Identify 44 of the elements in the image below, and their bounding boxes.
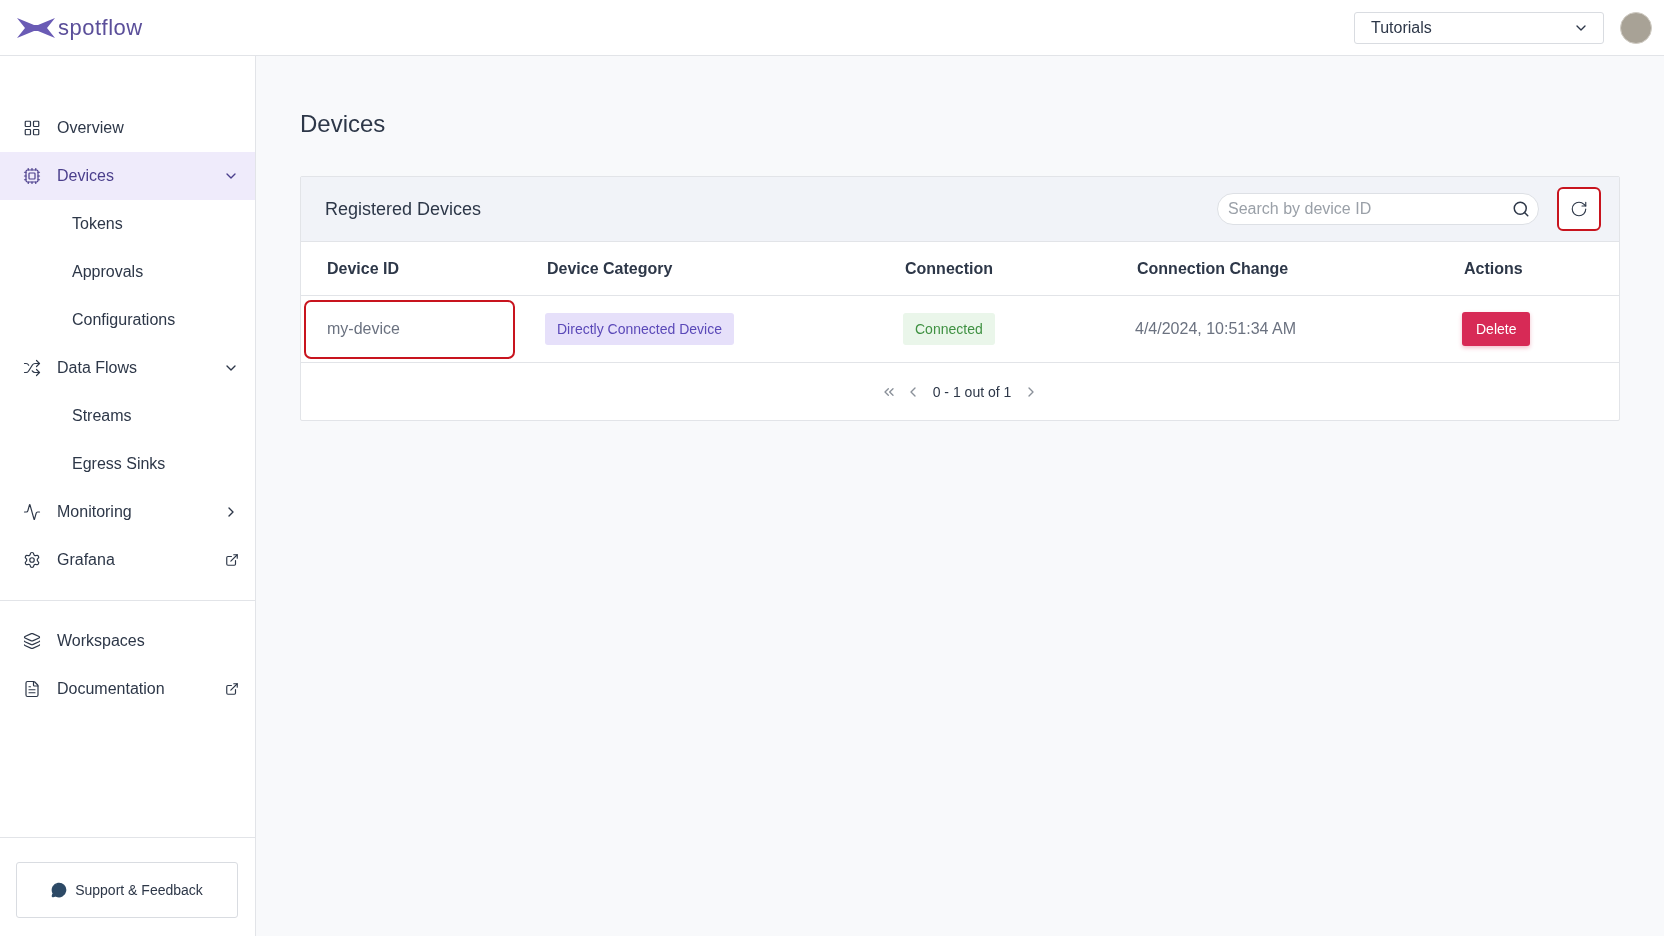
table-cell: 4/4/2024, 10:51:34 AM <box>1135 320 1296 338</box>
search-icon <box>1512 200 1530 218</box>
support-feedback-button[interactable]: Support & Feedback <box>16 862 238 918</box>
column-header: Actions <box>1463 258 1524 279</box>
category-tag: Directly Connected Device <box>545 313 734 345</box>
page-title: Devices <box>300 110 387 138</box>
nav-icon <box>23 632 41 650</box>
sidebar-subitem[interactable]: Egress Sinks <box>0 440 255 488</box>
column-header: Device ID <box>326 258 401 279</box>
external-link-icon <box>225 682 239 696</box>
sidebar-subitem[interactable]: Tokens <box>0 200 255 248</box>
nav-icon <box>23 359 41 377</box>
device-id-cell: my-device <box>304 299 515 359</box>
nav-icon <box>23 167 41 185</box>
external-link-icon <box>225 553 239 567</box>
status-tag: Connected <box>903 313 995 345</box>
sidebar-subitem[interactable]: Approvals <box>0 248 255 296</box>
card-title: Registered Devices <box>325 198 483 220</box>
nav-icon <box>23 503 41 521</box>
sidebar-subitem[interactable]: Streams <box>0 392 255 440</box>
sidebar-item[interactable]: Workspaces <box>0 617 255 665</box>
refresh-button[interactable] <box>1557 187 1601 231</box>
sidebar-subitem[interactable]: Configurations <box>0 296 255 344</box>
pagination-range: 0 - 1 out of 1 <box>932 383 1012 400</box>
refresh-icon <box>1570 200 1588 218</box>
sidebar-item[interactable]: Data Flows <box>0 344 255 392</box>
logo-icon <box>16 16 56 39</box>
column-header: Connection <box>904 258 994 279</box>
delete-button[interactable]: Delete <box>1462 312 1531 346</box>
column-header: Connection Change <box>1136 258 1290 279</box>
sidebar-item[interactable]: Documentation <box>0 665 255 713</box>
chat-bubble-icon <box>51 882 68 898</box>
nav-icon <box>23 551 41 569</box>
nav-icon <box>23 680 41 698</box>
nav-icon <box>23 119 41 137</box>
sidebar-item[interactable]: Overview <box>0 104 255 152</box>
brand-name: spotflow <box>58 14 143 41</box>
search-field[interactable]: Search by device ID <box>1217 193 1539 225</box>
column-header: Device Category <box>546 258 674 279</box>
workspace-select[interactable]: Tutorials <box>1354 11 1604 44</box>
sidebar-item[interactable]: Monitoring <box>0 488 255 536</box>
user-avatar[interactable] <box>1620 11 1652 44</box>
sidebar-item[interactable]: Grafana <box>0 536 255 584</box>
sidebar-item[interactable]: Devices <box>0 152 255 200</box>
